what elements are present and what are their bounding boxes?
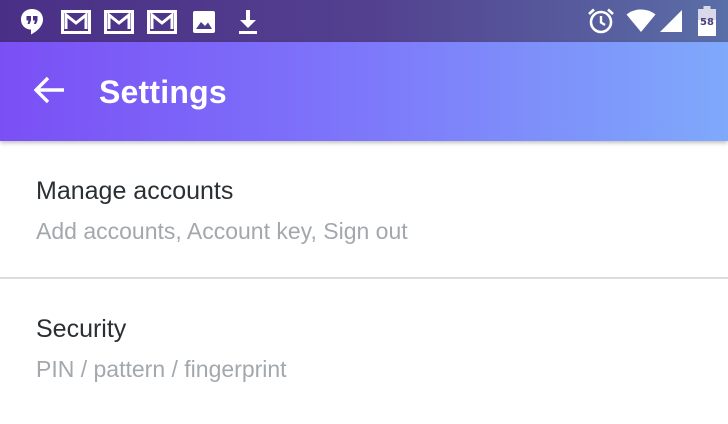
back-button[interactable] — [26, 66, 74, 114]
gmail-icon — [61, 10, 91, 34]
status-bar: 58 — [0, 0, 728, 42]
download-icon — [237, 9, 259, 35]
arrow-back-icon — [34, 76, 66, 104]
image-icon — [192, 10, 216, 34]
app-bar: Settings — [0, 42, 728, 141]
settings-list: Manage accounts Add accounts, Account ke… — [0, 141, 728, 415]
item-subtitle: PIN / pattern / fingerprint — [36, 356, 287, 382]
notification-icons — [20, 7, 259, 37]
hangouts-icon — [20, 8, 44, 36]
battery-level-label: 58 — [700, 17, 714, 28]
gmail-icon — [104, 10, 134, 34]
cell-signal-icon — [659, 9, 683, 33]
page-title: Settings — [99, 74, 227, 110]
list-item-security[interactable]: Security PIN / pattern / fingerprint — [0, 279, 728, 415]
item-title: Manage accounts — [36, 177, 234, 205]
alarm-icon — [587, 7, 615, 35]
battery-icon: 58 — [698, 6, 716, 36]
wifi-icon — [626, 9, 656, 33]
item-subtitle: Add accounts, Account key, Sign out — [36, 218, 408, 244]
list-item-manage-accounts[interactable]: Manage accounts Add accounts, Account ke… — [0, 141, 728, 277]
gmail-icon — [147, 10, 177, 34]
system-icons: 58 — [587, 6, 716, 36]
item-title: Security — [36, 315, 127, 343]
